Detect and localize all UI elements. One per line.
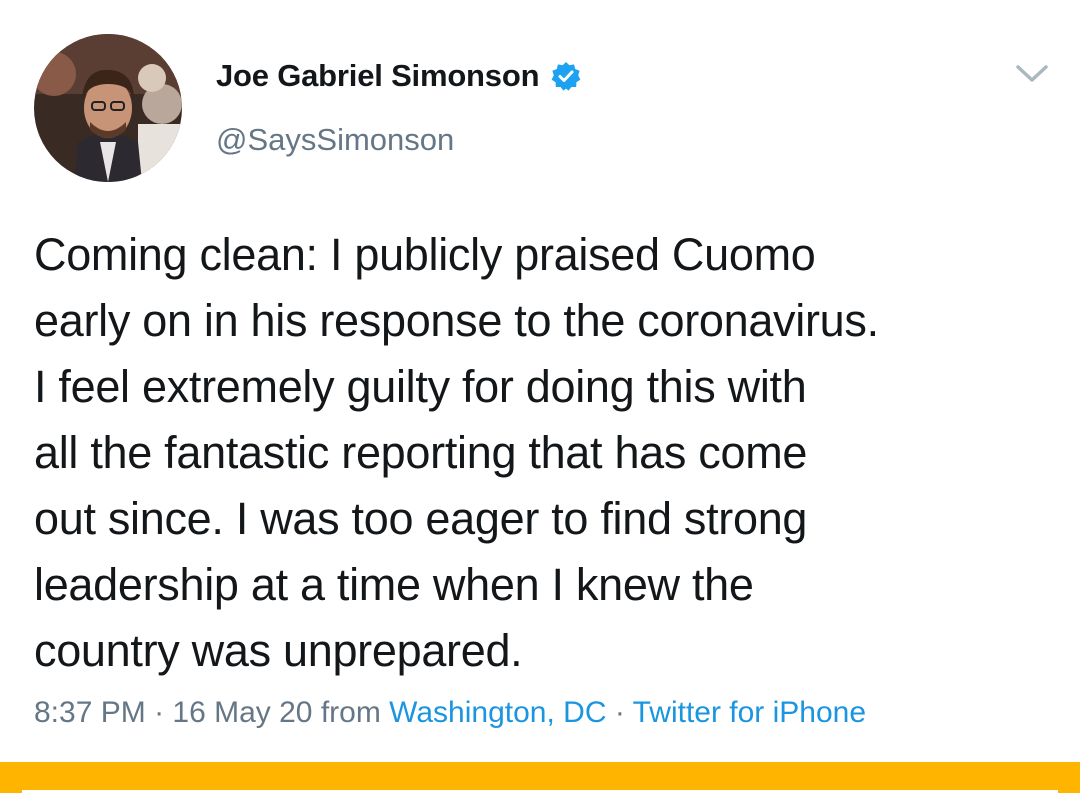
- meta-separator: ·: [606, 696, 633, 729]
- meta-from: from: [312, 696, 390, 729]
- chevron-down-icon[interactable]: [1012, 58, 1052, 88]
- display-name[interactable]: Joe Gabriel Simonson: [216, 58, 540, 94]
- tweet-time[interactable]: 8:37 PM: [34, 696, 146, 729]
- location-link[interactable]: Washington, DC: [389, 696, 606, 729]
- avatar[interactable]: [34, 34, 182, 182]
- user-handle[interactable]: @SaysSimonson: [216, 122, 454, 158]
- meta-separator: ·: [145, 696, 173, 729]
- author-name-row[interactable]: Joe Gabriel Simonson: [216, 56, 581, 96]
- tweet-card: Joe Gabriel Simonson @SaysSimonson Comin…: [0, 0, 1080, 793]
- avatar-photo: [34, 34, 182, 182]
- tweet-meta: 8:37 PM · 16 May 20 from Washington, DC …: [34, 696, 866, 730]
- accent-bar: [0, 762, 1080, 793]
- tweet-text: Coming clean: I publicly praised Cuomo e…: [34, 229, 879, 676]
- client-link[interactable]: Twitter for iPhone: [633, 696, 866, 729]
- verified-badge-icon: [551, 61, 581, 91]
- tweet-date[interactable]: 16 May 20: [172, 696, 312, 729]
